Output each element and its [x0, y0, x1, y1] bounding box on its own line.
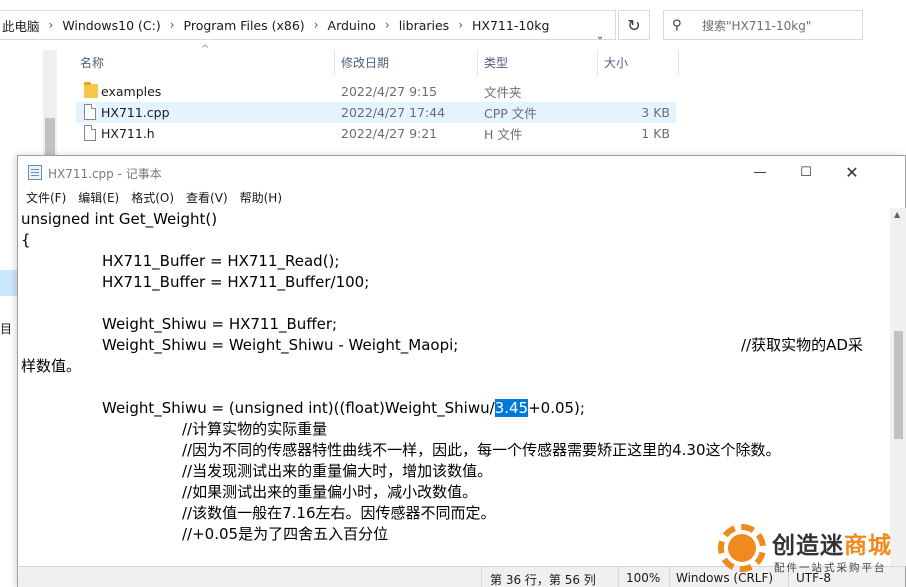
code-comment: //该数值一般在7.16左右。因传感器不同而定。 — [182, 504, 496, 522]
code-comment: //计算实物的实际重量 — [182, 420, 328, 438]
column-header-name[interactable]: 名称 — [80, 54, 104, 71]
file-date: 2022/4/27 17:44 — [341, 105, 446, 120]
code-text: +0.05); — [528, 399, 585, 417]
column-divider[interactable] — [597, 50, 598, 76]
column-header-date[interactable]: 修改日期 — [341, 54, 389, 71]
breadcrumb-item-current[interactable]: HX711-10kg — [472, 18, 549, 33]
watermark-title-dark: 创造迷 — [772, 533, 844, 559]
code-line: unsigned int Get_Weight() — [21, 210, 218, 228]
file-icon — [84, 104, 96, 120]
file-size: 3 KB — [641, 105, 670, 120]
text-selection: 3.45 — [494, 399, 529, 417]
status-divider — [669, 567, 670, 587]
sort-ascending-icon: ^ — [201, 44, 210, 55]
code-line: 样数值。 — [21, 357, 82, 375]
address-bar[interactable]: 此电脑 › Windows10 (C:) › Program Files (x8… — [0, 10, 616, 42]
search-input[interactable]: ⚲ 搜索"HX711-10kg" — [663, 10, 863, 40]
zoom-level: 100% — [626, 571, 661, 585]
menu-edit[interactable]: 编辑(E) — [74, 188, 123, 208]
breadcrumb-item-drive[interactable]: Windows10 (C:) — [62, 18, 160, 33]
scrollbar-thumb[interactable] — [894, 331, 903, 439]
folder-icon — [84, 82, 98, 98]
column-header-size[interactable]: 大小 — [604, 54, 628, 71]
file-type: H 文件 — [484, 127, 523, 142]
breadcrumb-item-program-files[interactable]: Program Files (x86) — [184, 18, 305, 33]
close-button[interactable]: ✕ — [829, 156, 875, 188]
watermark-logo: 创造迷商城 配件一站式采购平台 — [718, 522, 906, 584]
breadcrumb: 此电脑 › Windows10 (C:) › Program Files (x8… — [2, 16, 549, 35]
menu-help[interactable]: 帮助(H) — [236, 188, 286, 208]
code-line: Weight_Shiwu = HX711_Buffer; — [102, 315, 338, 333]
chevron-right-icon: › — [313, 18, 319, 32]
search-placeholder: 搜索"HX711-10kg" — [702, 18, 812, 33]
file-row[interactable]: examples 2022/4/27 9:15 文件夹 — [76, 81, 676, 102]
code-text: Weight_Shiwu = (unsigned int)((float)Wei… — [102, 399, 495, 417]
menu-format[interactable]: 格式(O) — [127, 188, 178, 208]
breadcrumb-item-arduino[interactable]: Arduino — [328, 18, 376, 33]
column-divider[interactable] — [678, 50, 679, 76]
file-type: 文件夹 — [484, 85, 522, 100]
chevron-right-icon: › — [458, 18, 464, 32]
close-icon: ✕ — [845, 162, 859, 182]
code-line: HX711_Buffer = HX711_Read(); — [102, 252, 340, 270]
code-line: HX711_Buffer = HX711_Buffer/100; — [102, 273, 370, 291]
vertical-scrollbar[interactable]: ▲ — [890, 208, 906, 566]
file-icon — [84, 125, 96, 141]
maximize-button[interactable]: ☐ — [783, 156, 829, 188]
status-divider — [481, 567, 482, 587]
window-title: HX711.cpp - 记事本 — [48, 167, 162, 181]
maximize-icon: ☐ — [800, 164, 812, 180]
chevron-right-icon: › — [169, 18, 175, 32]
file-size: 1 KB — [641, 126, 670, 141]
file-type: CPP 文件 — [484, 106, 537, 121]
navigation-item-label[interactable]: 目 — [0, 320, 12, 337]
file-name: examples — [101, 84, 162, 99]
refresh-button[interactable]: ↻ — [618, 10, 650, 40]
text-editor[interactable]: unsigned int Get_Weight() { HX711_Buffer… — [18, 208, 890, 566]
file-name: HX711.cpp — [101, 105, 170, 120]
chevron-right-icon: › — [384, 18, 390, 32]
file-date: 2022/4/27 9:15 — [341, 84, 438, 99]
code-comment: //当发现测试出来的重量偏大时，增加该数值。 — [182, 462, 493, 480]
code-line: Weight_Shiwu = (unsigned int)((float)Wei… — [102, 398, 585, 419]
file-date: 2022/4/27 9:21 — [341, 126, 438, 141]
file-row-selected[interactable]: HX711.cpp 2022/4/27 17:44 CPP 文件 3 KB — [76, 102, 676, 123]
file-name: HX711.h — [101, 126, 155, 141]
watermark-title: 创造迷商城 — [772, 526, 892, 560]
code-comment: //+0.05是为了四舍五入百分位 — [182, 525, 389, 543]
column-divider[interactable] — [334, 50, 335, 76]
code-line: { — [21, 231, 31, 249]
minimize-icon: — — [753, 164, 767, 180]
menu-file[interactable]: 文件(F) — [22, 188, 70, 208]
title-bar[interactable]: HX711.cpp - 记事本 — ☐ ✕ — [18, 156, 905, 188]
menu-bar: 文件(F) 编辑(E) 格式(O) 查看(V) 帮助(H) — [18, 188, 905, 208]
search-icon: ⚲ — [672, 17, 682, 33]
column-divider[interactable] — [477, 50, 478, 76]
explorer-address-row: 此电脑 › Windows10 (C:) › Program Files (x8… — [0, 0, 906, 50]
navigation-selected-item[interactable] — [0, 270, 18, 296]
watermark-subtitle: 配件一站式采购平台 — [774, 562, 887, 574]
code-comment: //获取实物的AD采 — [741, 336, 863, 354]
scroll-up-icon[interactable]: ▲ — [894, 210, 900, 219]
file-list-header: ^ 名称 修改日期 类型 大小 — [60, 44, 680, 76]
chevron-down-icon[interactable]: ⌄ — [586, 23, 614, 49]
notepad-icon — [28, 165, 42, 180]
desktop: 此电脑 › Windows10 (C:) › Program Files (x8… — [0, 0, 906, 587]
file-row[interactable]: HX711.h 2022/4/27 9:21 H 文件 1 KB — [76, 123, 676, 144]
status-divider — [618, 567, 619, 587]
code-line: Weight_Shiwu = Weight_Shiwu - Weight_Mao… — [102, 336, 459, 354]
menu-view[interactable]: 查看(V) — [182, 188, 232, 208]
cursor-position: 第 36 行，第 56 列 — [490, 573, 596, 587]
minimize-button[interactable]: — — [737, 156, 783, 188]
watermark-title-orange: 商城 — [844, 533, 892, 559]
breadcrumb-item-libraries[interactable]: libraries — [399, 18, 450, 33]
chevron-right-icon: › — [48, 18, 54, 32]
column-header-type[interactable]: 类型 — [484, 54, 508, 71]
code-comment: //如果测试出来的重量偏小时，减小改数值。 — [182, 483, 478, 501]
breadcrumb-item-this-pc[interactable]: 此电脑 — [2, 16, 40, 35]
logo-mark — [728, 534, 756, 562]
code-comment: //因为不同的传感器特性曲线不一样，因此，每一个传感器需要矫正这里的4.30这个… — [182, 441, 781, 459]
refresh-icon: ↻ — [627, 15, 641, 35]
